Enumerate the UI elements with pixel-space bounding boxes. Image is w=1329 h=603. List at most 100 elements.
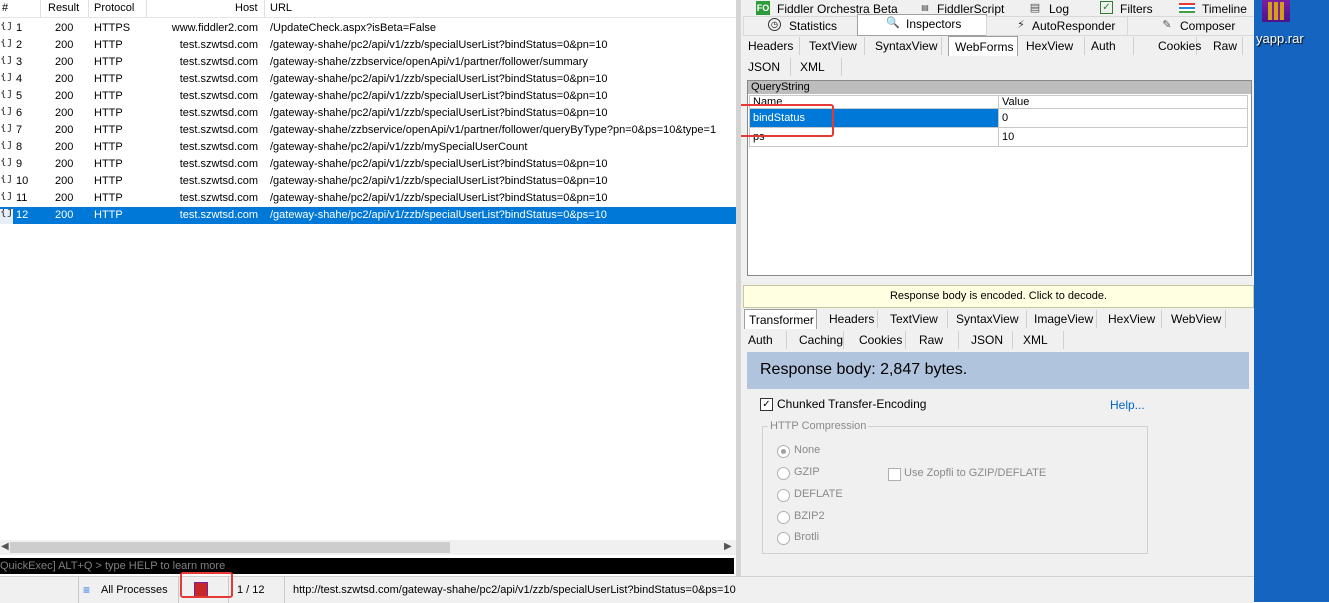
resp-tab-xml[interactable]: XML xyxy=(1013,331,1064,349)
resp-tab-headers[interactable]: Headers xyxy=(818,310,878,328)
session-row[interactable]: {js} JSON6 200 HTTP test.szwtsd.com/gateway… xyxy=(0,105,736,122)
req-tab-json[interactable]: JSON xyxy=(744,58,791,76)
session-num: 12 xyxy=(16,209,29,221)
session-row[interactable]: {js} JSON8 200 HTTP test.szwtsd.com/gateway… xyxy=(0,139,736,156)
session-num: 3 xyxy=(16,56,23,68)
tab-autoresponder[interactable]: ⚡ AutoResponder xyxy=(986,16,1128,36)
resp-tab-imageview[interactable]: ImageView xyxy=(1027,310,1097,328)
log-icon: ▤ xyxy=(1029,2,1041,14)
radio-label: Brotli xyxy=(794,531,820,543)
response-body-size: Response body: 2,847 bytes. xyxy=(760,361,968,378)
session-row[interactable]: {js} JSON9 200 HTTP test.szwtsd.com/gateway… xyxy=(0,156,736,173)
radio-none[interactable] xyxy=(777,445,790,458)
session-row[interactable]: {js} JSON4 200 HTTP test.szwtsd.com/gateway… xyxy=(0,71,736,88)
req-tab-hexview[interactable]: HexView xyxy=(1020,37,1085,55)
quickexec-input[interactable]: QuickExec] ALT+Q > type HELP to learn mo… xyxy=(0,558,734,574)
session-num: 2 xyxy=(16,39,23,51)
resp-tab-cookies[interactable]: Cookies xyxy=(844,331,906,349)
radio-brotli[interactable] xyxy=(777,532,790,545)
json-session-icon: {js} JSON xyxy=(0,192,13,201)
col-header-num[interactable]: # xyxy=(2,2,8,14)
resp-tab-transformer[interactable]: Transformer xyxy=(744,309,817,329)
col-header-url[interactable]: URL xyxy=(270,2,292,14)
session-host: test.szwtsd.com xyxy=(179,90,258,102)
scroll-right-icon[interactable]: ▶ xyxy=(724,541,732,552)
tab-inspectors[interactable]: 🔍 Inspectors xyxy=(857,14,987,36)
json-session-icon: {js} JSON xyxy=(0,107,13,116)
tab-statistics[interactable]: ◷ Statistics xyxy=(743,16,858,36)
chunked-checkbox[interactable]: ✓ xyxy=(760,398,773,411)
col-header-protocol[interactable]: Protocol xyxy=(94,2,134,14)
col-header-host[interactable]: Host xyxy=(235,2,258,14)
radio-deflate[interactable] xyxy=(777,489,790,502)
req-tab-auth[interactable]: Auth xyxy=(1085,37,1134,55)
tab-label: WebForms xyxy=(955,40,1014,54)
json-session-icon: {js} JSON xyxy=(0,56,13,65)
desktop-file-label[interactable]: yapp.rar xyxy=(1256,31,1304,46)
req-tab-webforms[interactable]: WebForms xyxy=(948,36,1018,56)
resp-tab-webview[interactable]: WebView xyxy=(1162,310,1226,328)
session-row[interactable]: {js} JSON3 200 HTTP test.szwtsd.com/gateway… xyxy=(0,54,736,71)
col-header-value[interactable]: Value xyxy=(998,95,1248,109)
scroll-left-icon[interactable]: ◀ xyxy=(1,541,9,552)
tab-label: ImageView xyxy=(1034,312,1094,326)
session-row[interactable]: {js} JSON1 200 HTTPS www.fiddler2.com/Updat… xyxy=(0,20,736,37)
session-row[interactable]: {js} JSON11 200 HTTP test.szwtsd.com/gatewa… xyxy=(0,190,736,207)
req-tab-syntaxview[interactable]: SyntaxView xyxy=(869,37,942,55)
req-tab-xml[interactable]: XML xyxy=(791,58,842,76)
tab-label: SyntaxView xyxy=(875,39,938,53)
session-protocol: HTTP xyxy=(94,73,123,85)
process-filter[interactable]: ≡ All Processes xyxy=(78,577,179,603)
session-result: 200 xyxy=(55,56,74,68)
resp-tab-json[interactable]: JSON xyxy=(959,331,1013,349)
tab-label: SyntaxView xyxy=(956,312,1019,326)
radio-gzip[interactable] xyxy=(777,467,790,480)
param-value[interactable]: 10 xyxy=(998,127,1248,147)
session-protocol: HTTP xyxy=(94,209,123,221)
param-value[interactable]: 0 xyxy=(998,108,1248,128)
resp-tab-syntaxview[interactable]: SyntaxView xyxy=(948,310,1027,328)
json-session-icon: {js} JSON xyxy=(0,73,13,82)
scroll-thumb[interactable] xyxy=(10,542,450,553)
session-url: /gateway-shahe/pc2/api/v1/zzb/specialUse… xyxy=(270,209,607,221)
session-count-label: 1 / 12 xyxy=(237,584,265,596)
radio-bzip2[interactable] xyxy=(777,511,790,524)
session-host: test.szwtsd.com xyxy=(179,175,258,187)
req-tab-textview[interactable]: TextView xyxy=(803,37,865,55)
session-result: 200 xyxy=(55,209,74,221)
tab-composer[interactable]: ✎ Composer xyxy=(1127,16,1254,36)
zopfli-checkbox[interactable] xyxy=(888,468,901,481)
resp-tab-raw[interactable]: Raw xyxy=(906,331,959,349)
session-url: /gateway-shahe/pc2/api/v1/zzb/specialUse… xyxy=(270,73,608,85)
horizontal-scrollbar[interactable]: ◀ ▶ xyxy=(0,540,736,555)
req-tab-cookies[interactable]: Cookies xyxy=(1134,37,1201,55)
help-link[interactable]: Help... xyxy=(1110,398,1145,412)
session-row[interactable]: {js} JSON12 200 HTTP test.szwtsd.com/gatewa… xyxy=(0,207,736,224)
col-header-result[interactable]: Result xyxy=(48,2,79,14)
chunked-label[interactable]: Chunked Transfer-Encoding xyxy=(777,397,926,411)
script-icon: ▤ xyxy=(921,3,929,12)
winrar-icon[interactable] xyxy=(1262,0,1290,22)
session-row[interactable]: {js} JSON5 200 HTTP test.szwtsd.com/gateway… xyxy=(0,88,736,105)
tab-label: WebView xyxy=(1171,312,1222,326)
session-row[interactable]: {js} JSON2 200 HTTP test.szwtsd.com/gateway… xyxy=(0,37,736,54)
radio-label: None xyxy=(794,444,821,456)
stopwatch-icon: ◷ xyxy=(768,18,781,31)
compression-legend: HTTP Compression xyxy=(768,420,869,432)
resp-tab-caching[interactable]: Caching xyxy=(787,331,844,349)
decode-notice-bar[interactable]: Response body is encoded. Click to decod… xyxy=(743,285,1254,308)
session-row[interactable]: {js} JSON10 200 HTTP test.szwtsd.com/gatewa… xyxy=(0,173,736,190)
req-tab-headers[interactable]: Headers xyxy=(744,37,800,55)
json-session-icon: {js} JSON xyxy=(0,209,13,224)
resp-tab-textview[interactable]: TextView xyxy=(878,310,948,328)
session-num: 11 xyxy=(16,192,28,204)
quickexec-placeholder: QuickExec] ALT+Q > type HELP to learn mo… xyxy=(0,560,226,572)
sessions-list[interactable]: # Result Protocol Host URL {js} JSON1200… xyxy=(0,0,736,556)
resp-tab-auth[interactable]: Auth xyxy=(744,331,787,349)
resp-tab-hexview[interactable]: HexView xyxy=(1097,310,1162,328)
session-url: /gateway-shahe/pc2/api/v1/zzb/mySpecialU… xyxy=(270,141,528,153)
session-result: 200 xyxy=(55,90,74,102)
session-row[interactable]: {js} JSON7 200 HTTP test.szwtsd.com/gateway… xyxy=(0,122,736,139)
req-tab-raw[interactable]: Raw xyxy=(1197,37,1243,55)
lightning-icon: ⚡ xyxy=(1017,19,1025,31)
